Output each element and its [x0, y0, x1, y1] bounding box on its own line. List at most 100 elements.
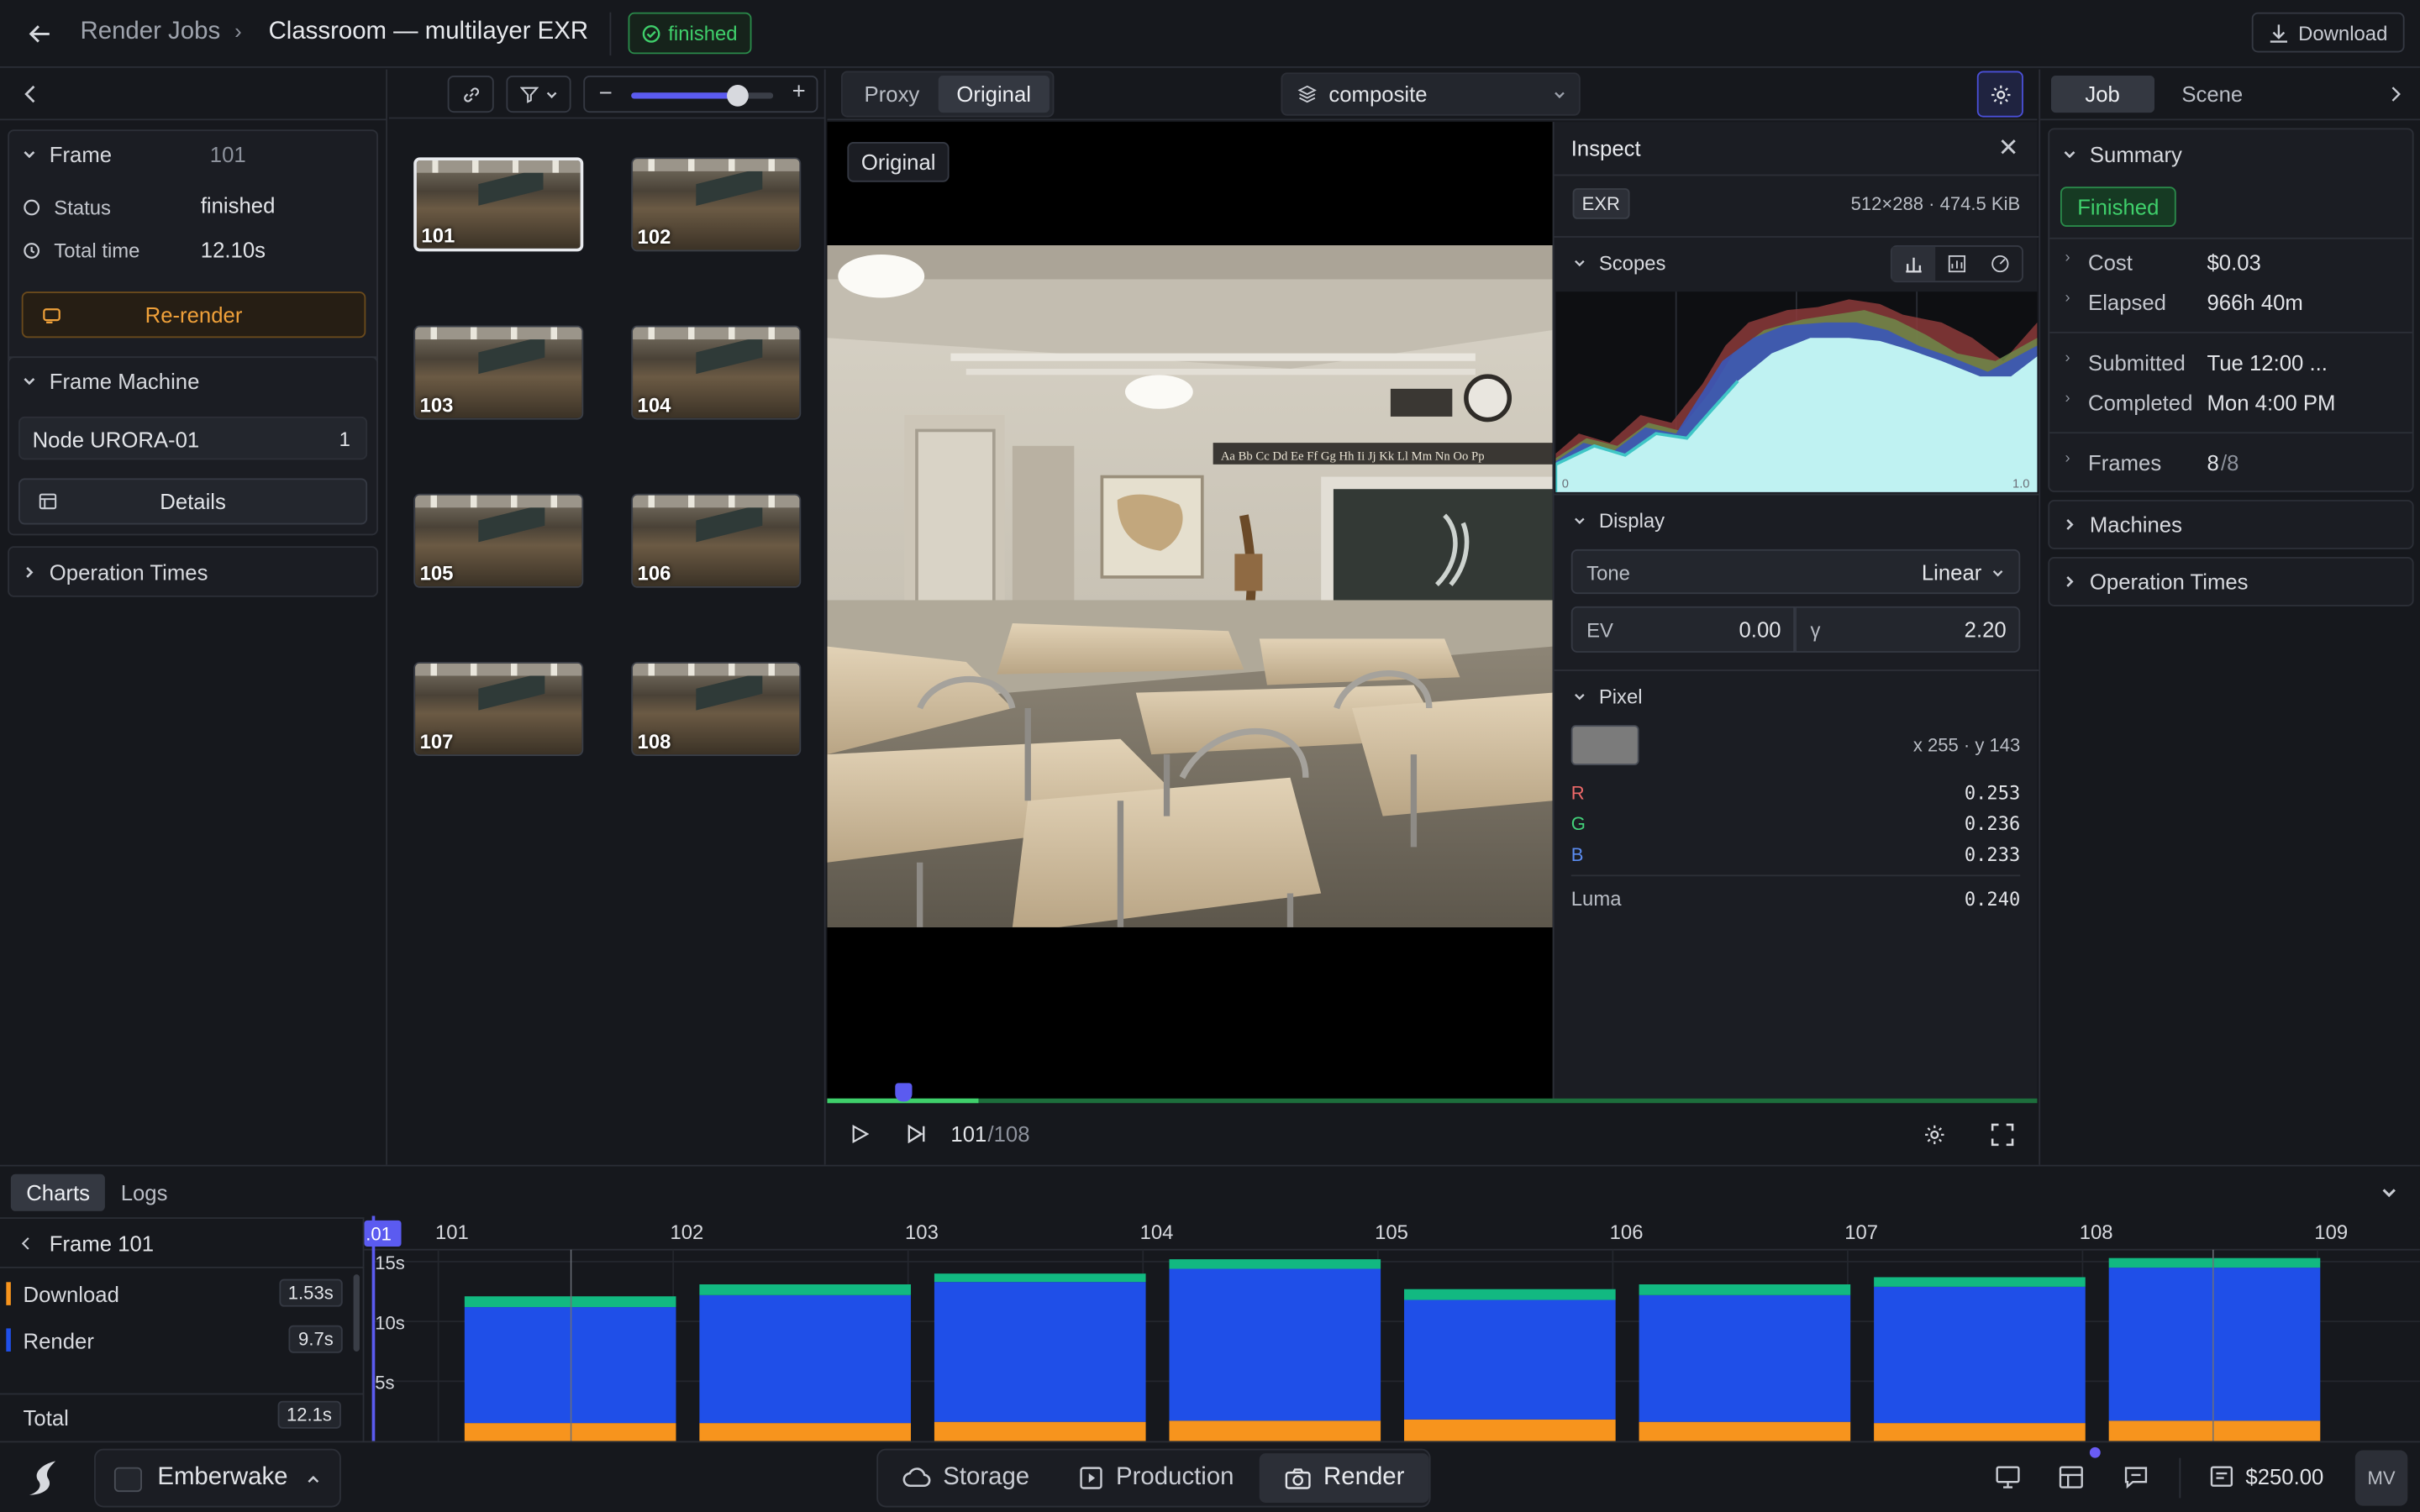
avatar[interactable]: MV	[2354, 1450, 2408, 1506]
histogram-mode-icon[interactable]	[1891, 246, 1936, 281]
bar-segment-103-download[interactable]	[934, 1421, 1146, 1441]
bar-segment-108-series2[interactable]	[2108, 1257, 2321, 1268]
gallery-icon[interactable]	[2059, 1466, 2083, 1489]
breadcrumb-render-jobs[interactable]: Render Jobs	[81, 18, 221, 46]
download-button[interactable]: Download	[2252, 12, 2405, 53]
proxy-tab[interactable]: Proxy	[846, 76, 939, 113]
frame-back-button[interactable]: Frame 101	[18, 1231, 154, 1256]
bar-segment-102-render[interactable]	[699, 1294, 912, 1424]
thumbnail-107[interactable]: 107	[413, 661, 584, 756]
original-tab[interactable]: Original	[938, 75, 1050, 113]
step-forward-icon[interactable]	[906, 1124, 928, 1143]
image-canvas[interactable]: Aa Bb Cc Dd Ee Ff Gg Hh Ii Jj Kk Ll Mm N…	[827, 122, 1553, 1100]
chevron-right-icon	[2066, 576, 2074, 587]
tab-logs[interactable]: Logs	[105, 1174, 182, 1211]
back-arrow-icon[interactable]	[24, 18, 55, 50]
chat-icon[interactable]	[2123, 1466, 2148, 1489]
zoom-slider-thumb[interactable]	[727, 85, 749, 107]
x-tick-label: 104	[1140, 1221, 1174, 1244]
bar-segment-108-download[interactable]	[2108, 1420, 2321, 1441]
bar-segment-101-render[interactable]	[464, 1307, 676, 1424]
bar-segment-104-download[interactable]	[1169, 1420, 1381, 1441]
zoom-out-icon[interactable]: −	[599, 81, 613, 107]
workspace-switcher[interactable]: Emberwake	[94, 1448, 341, 1508]
thumbnail-105[interactable]: 105	[413, 493, 584, 588]
bar-segment-103-render[interactable]	[934, 1282, 1146, 1422]
bar-segment-101-series2[interactable]	[464, 1296, 676, 1308]
chevron-down-icon	[2064, 151, 2075, 159]
monitor-icon[interactable]	[1996, 1466, 2020, 1489]
vectorscope-mode-icon[interactable]	[1979, 247, 2022, 281]
bar-segment-101-download[interactable]	[464, 1423, 676, 1441]
thumbnail-101[interactable]: 101	[413, 157, 584, 252]
bar-segment-105-download[interactable]	[1404, 1419, 1616, 1441]
chevron-right-icon: ›	[2065, 290, 2070, 307]
bar-segment-106-series2[interactable]	[1639, 1284, 1851, 1295]
divider	[0, 118, 388, 121]
thumbnail-103[interactable]: 103	[413, 325, 584, 420]
collapse-left-icon[interactable]	[18, 81, 43, 106]
timeline-scrubber[interactable]	[827, 1083, 2038, 1104]
bar-segment-108-render[interactable]	[2108, 1268, 2321, 1421]
summary-header[interactable]: Summary	[2062, 142, 2182, 166]
right-operation-times-panel[interactable]: Operation Times	[2048, 557, 2414, 606]
bar-segment-106-render[interactable]	[1639, 1294, 1851, 1422]
bar-segment-107-download[interactable]	[1874, 1423, 2086, 1441]
bar-segment-104-series2[interactable]	[1169, 1259, 1381, 1269]
tab-job[interactable]: Job	[2050, 75, 2154, 113]
thumbnail-102[interactable]: 102	[631, 157, 802, 252]
nav-storage[interactable]: Storage	[878, 1453, 1054, 1503]
bar-segment-102-series2[interactable]	[699, 1284, 912, 1295]
playback-settings-icon[interactable]	[1923, 1123, 1947, 1147]
display-header[interactable]: Display	[1573, 509, 1665, 533]
tab-charts[interactable]: Charts	[10, 1173, 106, 1211]
bar-segment-106-download[interactable]	[1639, 1421, 1851, 1441]
zoom-slider[interactable]	[631, 85, 774, 107]
thumbnail-104[interactable]: 104	[631, 325, 802, 420]
thumbnail-108[interactable]: 108	[631, 661, 802, 756]
machines-panel[interactable]: Machines	[2048, 500, 2414, 549]
frame-panel-header[interactable]: Frame	[22, 142, 112, 166]
scopes-header[interactable]: Scopes	[1573, 251, 1665, 275]
frame-timing-chart[interactable]: 101 102 103 104 105 106 107 108 109 15s 10s 5s .01	[364, 1215, 2420, 1441]
collapse-right-icon[interactable]	[2386, 85, 2405, 103]
link-button[interactable]	[447, 75, 494, 113]
nav-render[interactable]: Render	[1258, 1453, 1429, 1503]
bar-segment-104-render[interactable]	[1169, 1268, 1381, 1421]
legend-render-row[interactable]: Render 9.7s	[0, 1322, 349, 1359]
details-button[interactable]: Details	[18, 478, 368, 525]
pixel-header[interactable]: Pixel	[1573, 685, 1643, 708]
close-icon[interactable]: ✕	[1998, 133, 2019, 164]
thumbnail-106[interactable]: 106	[631, 493, 802, 588]
download-color-swatch	[6, 1282, 11, 1305]
bar-segment-105-render[interactable]	[1404, 1299, 1616, 1420]
layer-select[interactable]: composite	[1281, 72, 1581, 116]
waveform-mode-icon[interactable]	[1935, 247, 1978, 281]
divider	[2049, 331, 2412, 333]
scrubber-handle[interactable]	[895, 1083, 913, 1102]
play-icon[interactable]	[850, 1124, 870, 1143]
bar-segment-107-render[interactable]	[1874, 1286, 2086, 1424]
bar-segment-102-download[interactable]	[699, 1423, 912, 1441]
gamma-field[interactable]: γ 2.20	[1795, 606, 2021, 653]
operation-times-panel[interactable]: Operation Times	[8, 546, 378, 597]
fullscreen-icon[interactable]	[1991, 1123, 2014, 1147]
credit-balance[interactable]: $250.00	[2210, 1464, 2323, 1488]
viewer-settings-button[interactable]	[1976, 71, 2023, 118]
ev-field[interactable]: EV 0.00	[1570, 606, 1796, 653]
node-item[interactable]: Node URORA-01 1	[18, 416, 368, 460]
tone-select[interactable]: Tone Linear	[1570, 549, 2021, 595]
tab-scene[interactable]: Scene	[2154, 76, 2270, 113]
bar-segment-107-series2[interactable]	[1874, 1277, 2086, 1287]
zoom-in-icon[interactable]: +	[792, 79, 806, 105]
machine-panel-header[interactable]: Frame Machine	[22, 369, 200, 393]
legend-scrollbar[interactable]	[353, 1274, 360, 1352]
filter-button[interactable]	[506, 75, 571, 113]
collapse-bottom-icon[interactable]	[2380, 1184, 2398, 1202]
nav-production[interactable]: Production	[1055, 1453, 1259, 1503]
rerender-button[interactable]: Re-render	[21, 291, 366, 339]
app-logo-icon[interactable]	[24, 1457, 65, 1499]
bar-segment-103-series2[interactable]	[934, 1273, 1146, 1283]
bar-segment-105-series2[interactable]	[1404, 1289, 1616, 1300]
legend-download-row[interactable]: Download 1.53s	[0, 1276, 349, 1313]
